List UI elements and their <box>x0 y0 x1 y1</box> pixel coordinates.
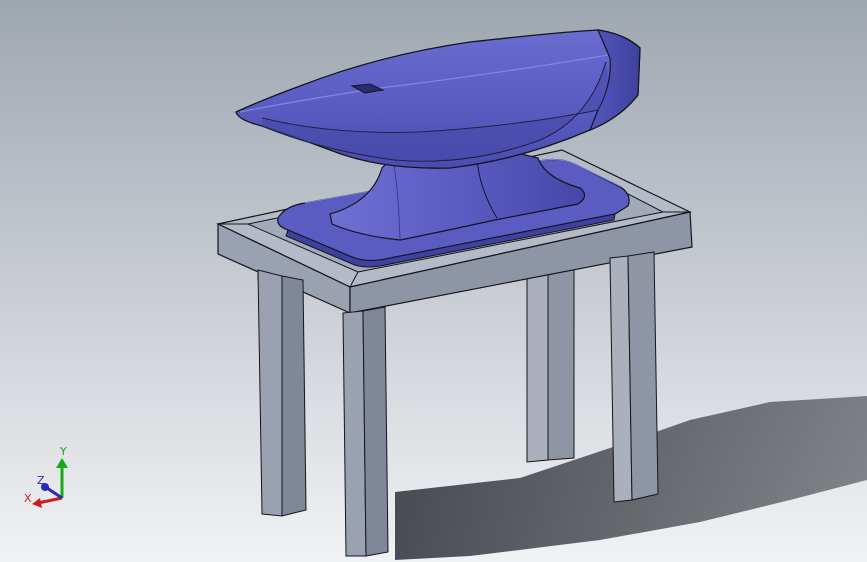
stand-front-center-leg[interactable] <box>342 306 389 557</box>
x-axis-line <box>37 496 63 505</box>
z-axis-line <box>46 486 63 500</box>
y-axis-label: Y <box>59 445 67 458</box>
stand-front-left-leg[interactable] <box>257 269 307 517</box>
graphics-viewport[interactable]: Y Z X <box>0 0 867 562</box>
view-orientation-triad[interactable]: Y Z X <box>14 440 84 520</box>
model-canvas[interactable] <box>0 0 867 562</box>
stand-front-right-leg[interactable] <box>609 251 659 503</box>
y-axis-arrow <box>56 458 68 468</box>
x-axis-arrow <box>32 498 42 508</box>
stand-back-right-leg[interactable] <box>526 265 575 463</box>
x-axis-label: X <box>24 492 32 505</box>
z-axis-label: Z <box>37 474 45 487</box>
